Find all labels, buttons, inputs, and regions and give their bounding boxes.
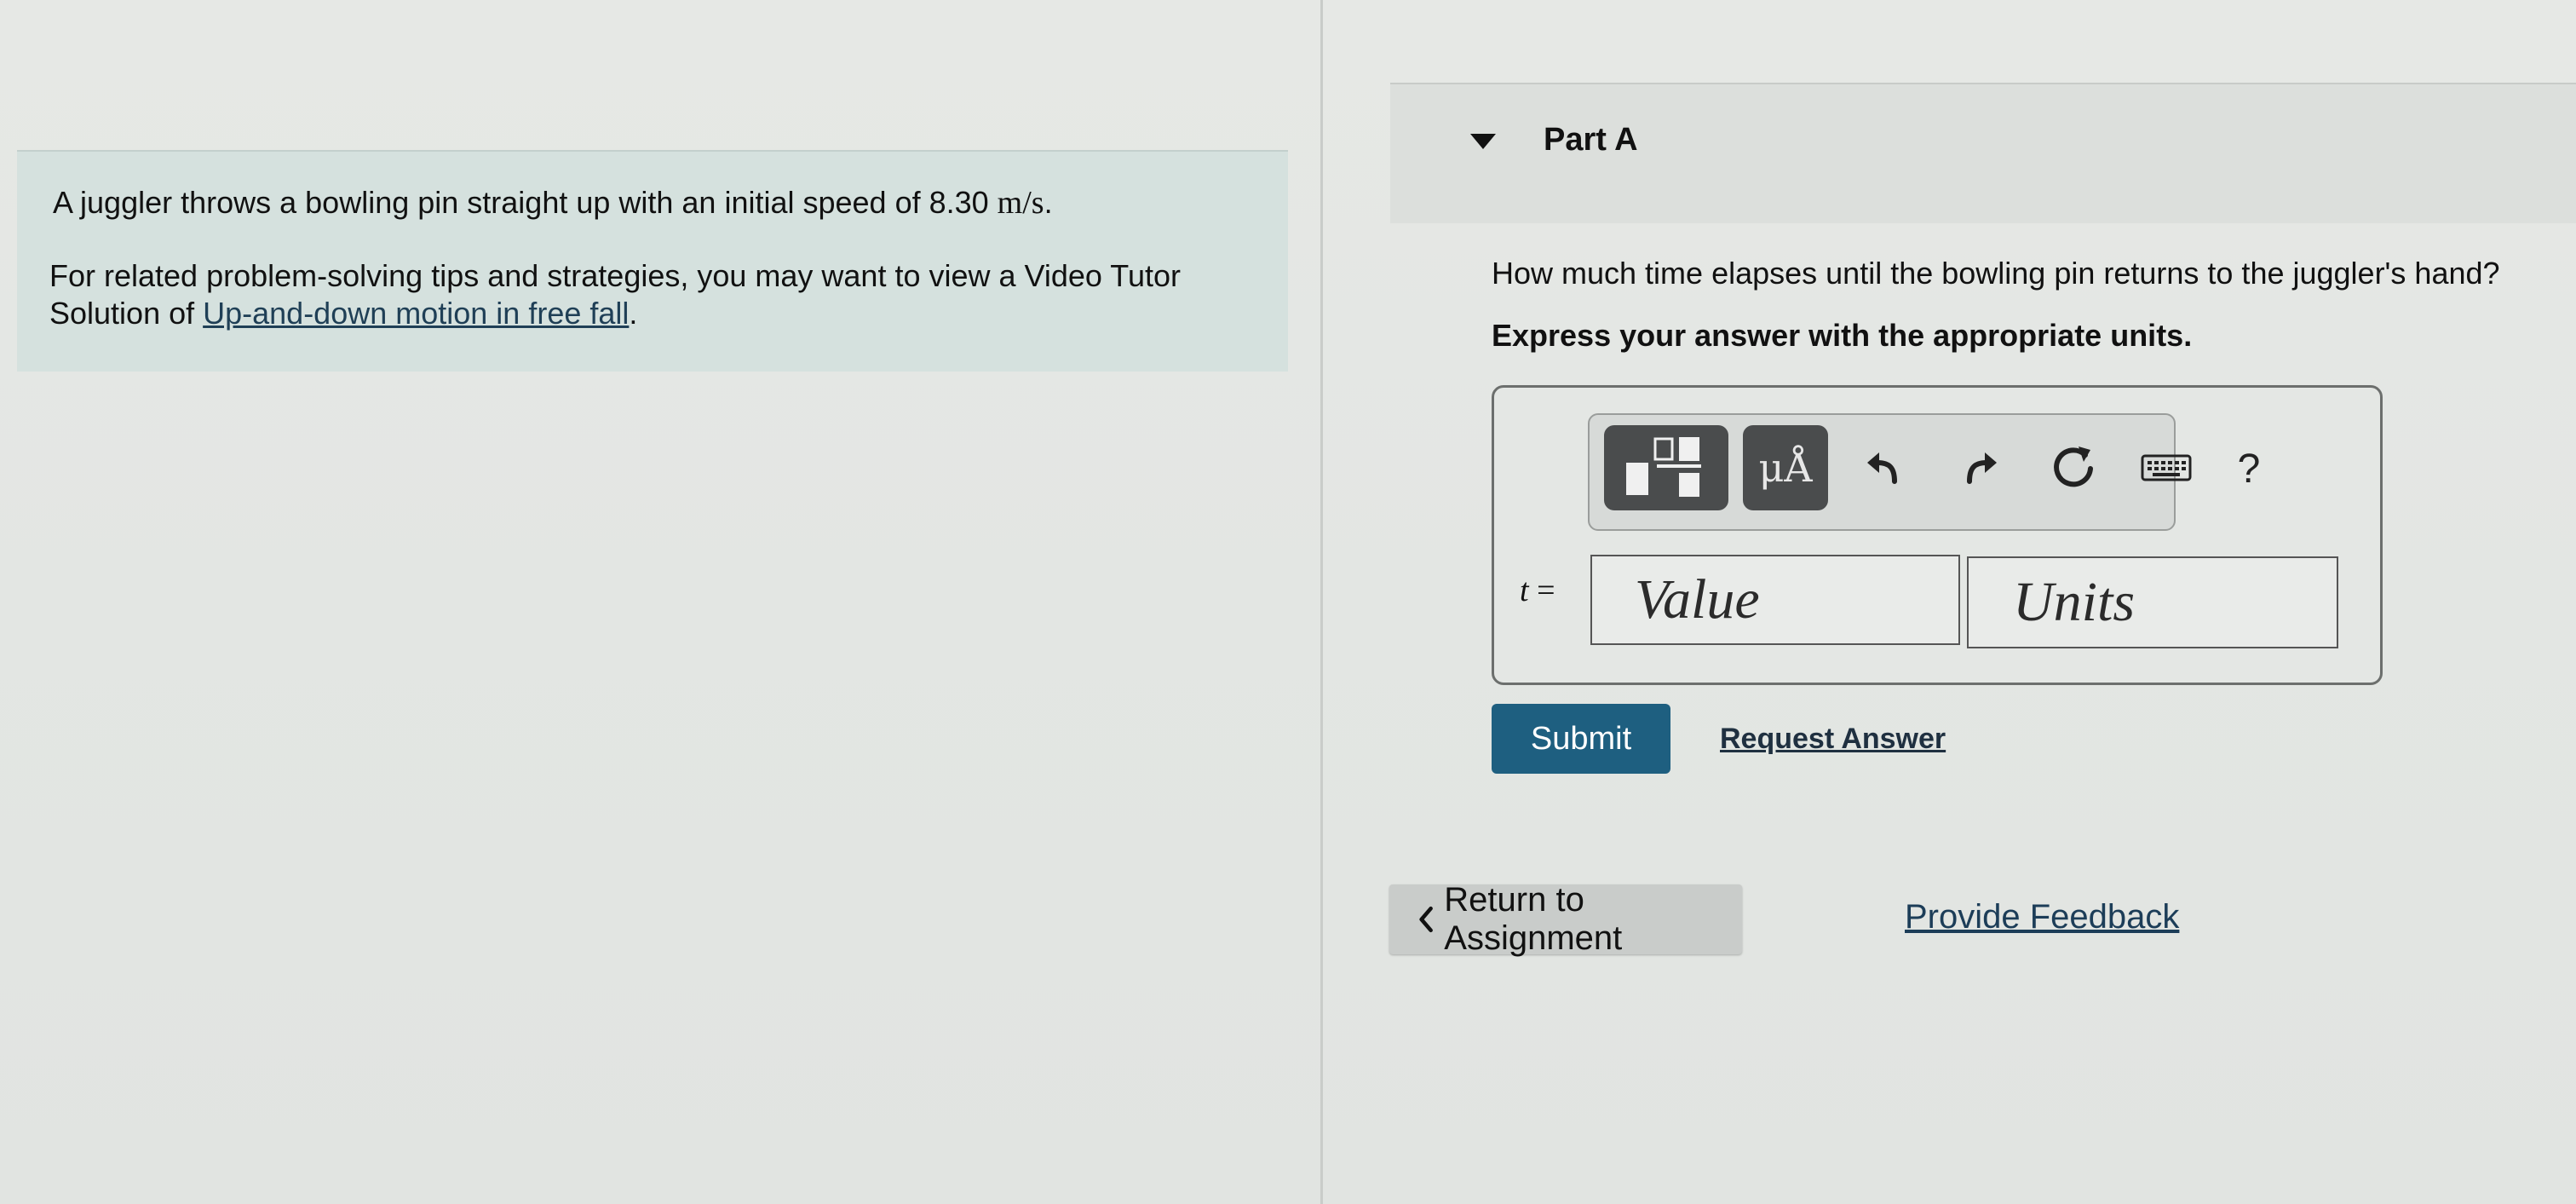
problem-statement-box: A juggler throws a bowling pin straight … xyxy=(17,150,1288,372)
problem-text: A juggler throws a bowling pin straight … xyxy=(53,185,1053,221)
part-header[interactable]: Part A xyxy=(1390,84,2576,223)
math-toolbar: μÅ ? xyxy=(1588,413,2260,531)
answer-instruction: Express your answer with the appropriate… xyxy=(1492,318,2193,353)
question-pane: Part A How much time elapses until the b… xyxy=(1323,0,2576,1204)
keyboard-button[interactable] xyxy=(2138,444,2194,492)
answer-box: μÅ ? t = Value Units xyxy=(1492,385,2383,685)
units-symbol-button[interactable]: μÅ xyxy=(1743,425,1828,510)
submit-button[interactable]: Submit xyxy=(1492,704,1670,774)
value-input[interactable] xyxy=(1590,555,1960,645)
units-input[interactable] xyxy=(1967,556,2338,648)
return-label: Return to Assignment xyxy=(1444,881,1623,957)
help-button[interactable]: ? xyxy=(2223,441,2274,497)
video-tutor-link[interactable]: Up-and-down motion in free fall xyxy=(203,296,629,331)
provide-feedback-link[interactable]: Provide Feedback xyxy=(1905,898,2179,936)
speed-unit: m/s xyxy=(997,185,1044,221)
redo-button[interactable] xyxy=(1951,439,2009,497)
keyboard-icon xyxy=(2141,454,2192,481)
problem-pane: A juggler throws a bowling pin straight … xyxy=(0,0,1320,1204)
problem-tips: For related problem-solving tips and str… xyxy=(49,258,1181,331)
reset-button[interactable] xyxy=(2044,437,2102,497)
undo-icon xyxy=(1867,452,1897,484)
reset-icon xyxy=(2054,446,2093,487)
answer-variable-label: t = xyxy=(1520,573,1555,608)
part-title: Part A xyxy=(1544,122,1638,158)
fraction-template-icon xyxy=(1626,437,1701,497)
request-answer-link[interactable]: Request Answer xyxy=(1720,723,1946,756)
chevron-left-icon xyxy=(1419,906,1433,933)
redo-icon xyxy=(1967,452,1997,484)
template-button[interactable] xyxy=(1604,425,1728,510)
caret-down-icon[interactable] xyxy=(1470,134,1496,149)
question-text: How much time elapses until the bowling … xyxy=(1492,256,2500,291)
undo-button[interactable] xyxy=(1855,439,1913,497)
return-to-assignment-button[interactable]: Return to Assignment xyxy=(1389,881,1742,957)
